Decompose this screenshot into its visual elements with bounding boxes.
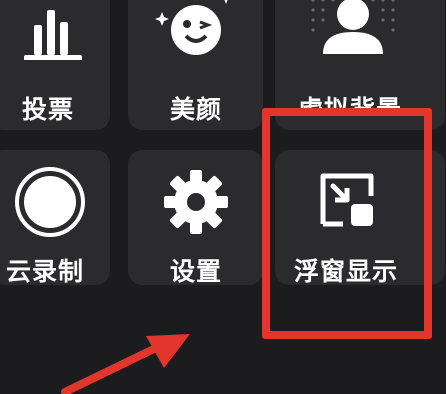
menu-item-beauty-label: 美颜 [170,95,223,124]
virtual-background-person-icon [311,0,395,54]
beauty-face-sparkle-icon [155,0,228,55]
menu-item-poll-label: 投票 [22,95,75,124]
menu-item-settings-label: 设置 [170,257,223,286]
poll-bars-icon [24,10,82,60]
menu-item-floating-window-label: 浮窗显示 [294,257,399,286]
floating-window-icon [320,173,374,227]
menu-item-virtual-background-label: 虚拟背景 [298,95,403,110]
annotation-arrow-icon [61,334,190,394]
settings-gear-icon [164,170,228,234]
menu-item-cloud-record-label: 云录制 [6,257,85,286]
menu-item-virtual-background[interactable] [275,0,445,130]
cloud-record-circle-icon [15,167,85,237]
